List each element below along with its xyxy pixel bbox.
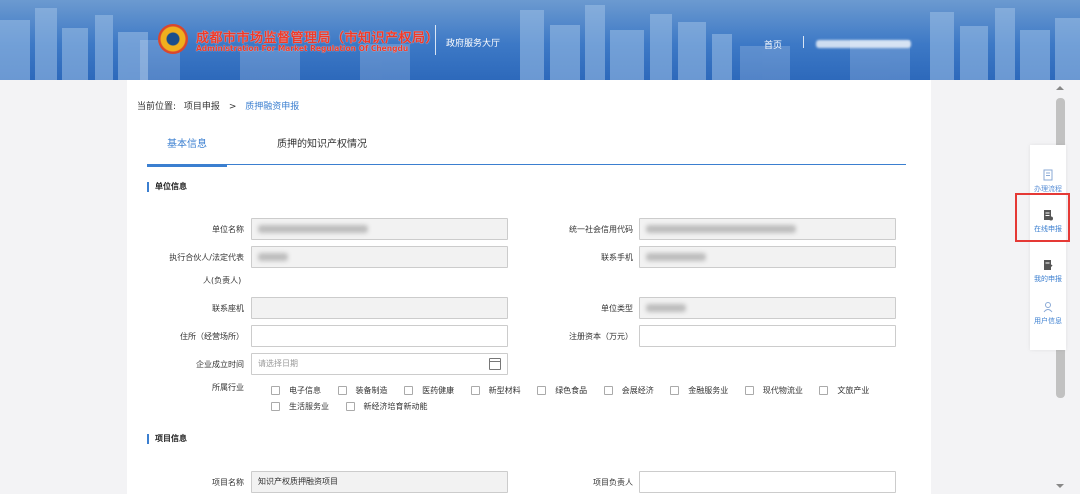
capital-input[interactable]	[639, 325, 896, 347]
phone-input[interactable]	[251, 297, 508, 319]
header-divider	[803, 36, 804, 48]
document-icon	[1043, 169, 1053, 181]
label-legal-rep-line2: 人(负责人)	[203, 276, 242, 285]
redacted-value	[258, 252, 288, 261]
industry-checkbox[interactable]: 装备制造	[337, 382, 388, 398]
unit-name-input[interactable]	[251, 218, 508, 240]
industry-checkbox[interactable]: 现代物流业	[744, 382, 803, 398]
project-name-input[interactable]: 知识产权质押融资项目	[251, 471, 508, 493]
edit-doc-icon	[1044, 260, 1053, 270]
side-item-user-info[interactable]: 用户信息	[1030, 295, 1066, 335]
redacted-value	[646, 224, 796, 233]
industry-checkbox[interactable]: 新型材料	[470, 382, 521, 398]
credit-code-input[interactable]	[639, 218, 896, 240]
checkbox-icon[interactable]	[345, 401, 355, 411]
checkbox-icon[interactable]	[603, 385, 613, 395]
mobile-input[interactable]	[639, 246, 896, 268]
checkbox-icon[interactable]	[470, 385, 480, 395]
section-title-unit-info: 单位信息	[147, 182, 187, 192]
label-mobile: 联系手机	[601, 253, 633, 262]
breadcrumb-separator: >	[228, 102, 237, 112]
logo-icon	[158, 24, 188, 54]
legal-rep-input[interactable]	[251, 246, 508, 268]
industry-checkbox[interactable]: 新经济培育新动能	[345, 398, 428, 414]
industry-checkbox[interactable]: 生活服务业	[271, 398, 329, 414]
tab-pledged-ip[interactable]: 质押的知识产权情况	[277, 136, 367, 165]
label-capital: 注册资本（万元）	[569, 332, 633, 341]
breadcrumb-current: 质押融资申报	[245, 102, 300, 112]
side-item-label: 办理流程	[1034, 185, 1062, 193]
label-address: 住所（经营场所）	[180, 332, 244, 341]
tab-basic-info[interactable]: 基本信息	[147, 136, 227, 167]
industry-checkbox[interactable]: 电子信息	[271, 382, 321, 398]
date-placeholder: 请选择日期	[258, 359, 298, 368]
side-toolbar: 办理流程 在线申报 我的申报 用户信息	[1030, 145, 1066, 350]
project-lead-input[interactable]	[639, 471, 896, 493]
label-project-lead: 项目负责人	[593, 478, 633, 487]
redacted-value	[258, 224, 368, 233]
label-credit-code: 统一社会信用代码	[569, 225, 633, 234]
industry-checkbox-group: 电子信息 装备制造 医药健康 新型材料 绿色食品 会展经济 金融服务业 现代物流…	[271, 382, 891, 414]
breadcrumb-item[interactable]: 项目申报	[184, 102, 220, 112]
industry-checkbox[interactable]: 绿色食品	[537, 382, 587, 398]
content-card: 当前位置: 项目申报 > 质押融资申报 基本信息 质押的知识产权情况 单位信息 …	[127, 80, 931, 494]
address-input[interactable]	[251, 325, 508, 347]
home-link[interactable]: 首页	[764, 38, 782, 51]
label-industry: 所属行业	[212, 383, 244, 392]
tab-bar: 基本信息 质押的知识产权情况	[147, 136, 906, 167]
label-phone: 联系座机	[212, 304, 244, 313]
industry-checkbox[interactable]: 医药健康	[404, 382, 454, 398]
checkbox-icon[interactable]	[271, 401, 280, 411]
checkbox-icon[interactable]	[819, 385, 829, 395]
calendar-icon[interactable]	[489, 358, 501, 370]
label-founded: 企业成立时间	[196, 360, 244, 369]
side-item-label: 我的申报	[1034, 275, 1062, 283]
redacted-value	[646, 303, 686, 312]
site-header: 成都市市场监督管理局（市知识产权局） Administration For Ma…	[0, 0, 1080, 80]
section-title-project-info: 项目信息	[147, 434, 187, 444]
checkbox-icon[interactable]	[337, 385, 347, 395]
industry-checkbox[interactable]: 会展经济	[603, 382, 654, 398]
industry-checkbox[interactable]: 金融服务业	[670, 382, 728, 398]
service-hall-link[interactable]: 政府服务大厅	[446, 36, 500, 49]
highlight-box	[1015, 193, 1070, 242]
breadcrumb: 当前位置: 项目申报 > 质押融资申报	[137, 99, 299, 112]
founded-date-picker[interactable]: 请选择日期	[251, 353, 508, 375]
side-item-label: 用户信息	[1034, 317, 1062, 325]
user-name-redacted[interactable]	[816, 40, 911, 48]
org-name-en: Administration For Market Regulation Of …	[196, 44, 409, 53]
label-unit-name: 单位名称	[212, 225, 244, 234]
unit-type-select[interactable]	[639, 297, 896, 319]
checkbox-icon[interactable]	[670, 385, 680, 395]
label-project-name: 项目名称	[212, 478, 244, 487]
checkbox-icon[interactable]	[404, 385, 414, 395]
label-unit-type: 单位类型	[601, 304, 633, 313]
label-legal-rep-line1: 执行合伙人/法定代表	[169, 253, 244, 262]
redacted-value	[646, 252, 706, 261]
header-divider	[435, 25, 436, 55]
breadcrumb-prefix: 当前位置:	[137, 102, 177, 112]
side-item-my-applications[interactable]: 我的申报	[1030, 253, 1066, 293]
checkbox-icon[interactable]	[537, 385, 547, 395]
industry-checkbox[interactable]: 文旅产业	[819, 382, 869, 398]
checkbox-icon[interactable]	[744, 385, 754, 395]
scroll-up-icon[interactable]	[1056, 86, 1064, 90]
checkbox-icon[interactable]	[271, 385, 280, 395]
user-icon	[1043, 302, 1053, 313]
scroll-down-icon[interactable]	[1056, 484, 1064, 488]
